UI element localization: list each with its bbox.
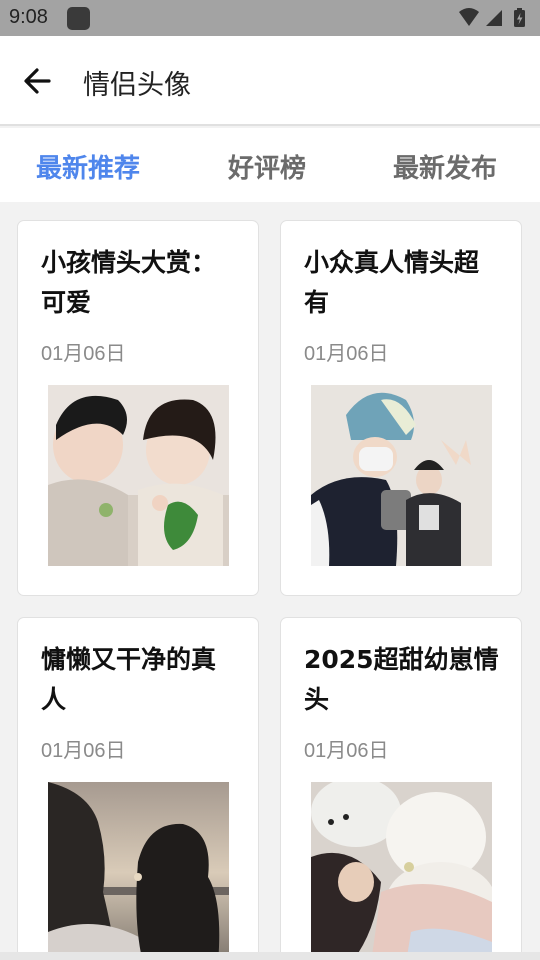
card-thumbnail <box>48 385 229 566</box>
tab-top-rated[interactable]: 好评榜 <box>228 148 306 185</box>
card-title: 慵懒又干净的真人 <box>41 645 217 714</box>
wifi-icon <box>459 8 479 26</box>
status-time: 9:08 <box>9 6 48 28</box>
back-button[interactable] <box>18 61 58 101</box>
status-icons <box>458 7 532 29</box>
arrow-left-icon <box>24 68 51 94</box>
card-title: 小众真人情头超有 <box>304 248 480 317</box>
card-thumbnail <box>48 782 229 960</box>
card-thumbnail <box>311 385 492 566</box>
tab-latest-published[interactable]: 最新发布 <box>393 148 497 185</box>
avatar-card[interactable]: 2025超甜幼崽情头 01月06日 <box>280 617 522 960</box>
card-date: 01月06日 <box>41 740 126 762</box>
page-title: 情侣头像 <box>83 70 191 101</box>
screen: 9:08 情侣头像 最新推荐 好评榜 最新发布 小孩情头大赏：可爱 01月06日… <box>0 0 540 960</box>
avatar-card[interactable]: 小众真人情头超有 01月06日 <box>280 220 522 596</box>
card-title: 2025超甜幼崽情头 <box>304 645 499 714</box>
notification-app-icon <box>67 7 90 30</box>
tab-bar: 最新推荐 好评榜 最新发布 <box>0 128 540 202</box>
card-title: 小孩情头大赏：可爱 <box>41 248 217 317</box>
card-date: 01月06日 <box>41 343 126 365</box>
battery-charging-icon <box>514 8 525 27</box>
status-bar: 9:08 <box>0 0 540 36</box>
bottom-edge <box>0 952 540 960</box>
avatar-card[interactable]: 慵懒又干净的真人 01月06日 <box>17 617 259 960</box>
card-date: 01月06日 <box>304 343 389 365</box>
card-date: 01月06日 <box>304 740 389 762</box>
card-thumbnail <box>311 782 492 960</box>
app-bar: 情侣头像 <box>0 36 540 126</box>
card-grid: 小孩情头大赏：可爱 01月06日 小众真人情头超有 01月06日 慵懒又干净的真… <box>0 202 540 960</box>
avatar-card[interactable]: 小孩情头大赏：可爱 01月06日 <box>17 220 259 596</box>
tab-latest-recommended[interactable]: 最新推荐 <box>36 148 140 185</box>
signal-icon <box>486 10 502 26</box>
